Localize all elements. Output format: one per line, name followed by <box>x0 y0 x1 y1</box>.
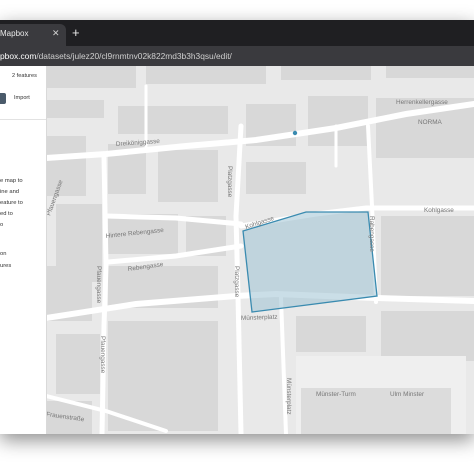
import-button[interactable]: Import <box>14 95 30 101</box>
street-label: Platzgasse <box>226 166 233 198</box>
map-canvas[interactable]: Herrenkellergasse Dreikönig­gasse Kohlga… <box>46 66 474 434</box>
url-host: pbox.com <box>0 51 37 61</box>
url-path: /datasets/julez20/cl9rnmtnv02k822md3b3h3… <box>36 51 232 61</box>
drawn-polygon-feature[interactable] <box>242 211 378 313</box>
page-content: 2 features Import e map to ine and eatur… <box>0 66 474 434</box>
street-label: Münsterplatz <box>241 314 278 322</box>
street-label: Pfauengasse <box>95 266 102 304</box>
tab-bar: Mapbox ✕ + <box>0 20 474 46</box>
drawn-point-feature[interactable] <box>292 130 298 136</box>
place-label: Münster-Turm <box>316 391 356 398</box>
url-text[interactable]: pbox.com/datasets/julez20/cl9rnmtnv02k82… <box>0 51 232 61</box>
street-label: Pfauengasse <box>99 336 106 374</box>
hint-line: ine and <box>0 189 20 195</box>
map-svg[interactable]: Herrenkellergasse Dreikönig­gasse Kohlga… <box>46 66 474 434</box>
new-tab-button[interactable]: + <box>72 26 80 39</box>
hint-line: e map to <box>0 178 23 184</box>
street-label: Platzgasse <box>233 266 240 298</box>
feature-count: 2 features <box>12 73 37 79</box>
sidebar-divider <box>0 119 46 120</box>
browser-tab[interactable]: Mapbox ✕ <box>0 24 66 46</box>
place-label: Ulm Minster <box>390 391 425 398</box>
sidebar-toggle-button[interactable] <box>0 93 6 104</box>
street-label: Rabengasse <box>368 216 375 252</box>
close-tab-icon[interactable]: ✕ <box>52 28 60 39</box>
browser-window: Mapbox ✕ + pbox.com/datasets/julez20/cl9… <box>0 20 474 434</box>
hint-line: ed to <box>0 211 13 217</box>
address-bar[interactable]: pbox.com/datasets/julez20/cl9rnmtnv02k82… <box>0 46 474 66</box>
hint-line: eature to <box>0 200 23 206</box>
tab-title: Mapbox <box>0 29 29 38</box>
place-label: NORMA <box>418 119 443 126</box>
street-label: Münsterplatz <box>285 378 292 415</box>
street-label: Kohlgasse <box>424 207 454 214</box>
hint-line: ures <box>0 263 12 269</box>
hint-line: on <box>0 251 7 257</box>
dataset-sidebar: 2 features Import e map to ine and eatur… <box>0 66 47 434</box>
street-label: Herrenkellergasse <box>396 99 448 106</box>
hint-line: o <box>0 222 4 228</box>
